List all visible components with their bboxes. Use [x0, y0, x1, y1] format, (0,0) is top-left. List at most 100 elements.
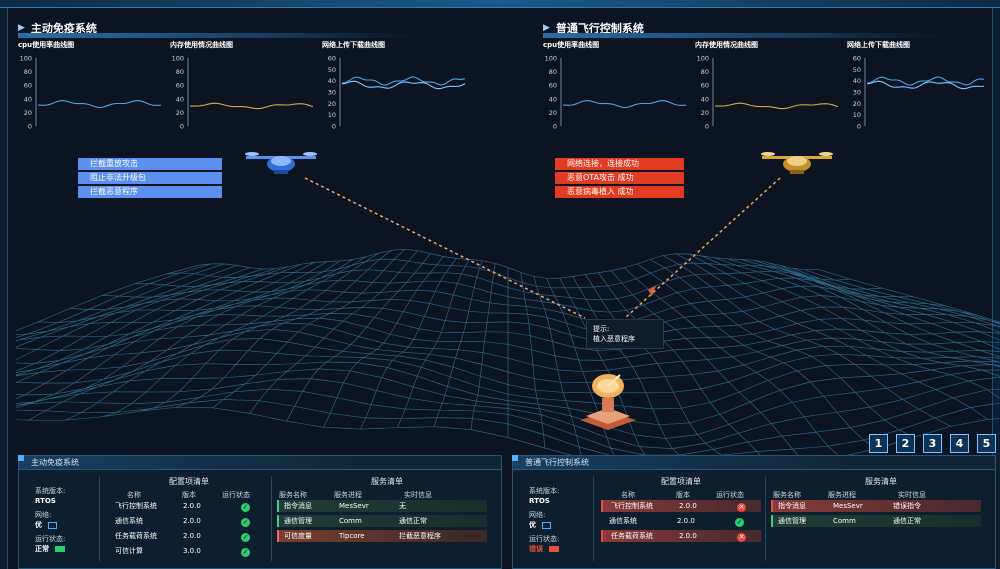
service-list-title: 服务清单: [371, 477, 403, 486]
service-row[interactable]: 通信管理 Comm 通信正常: [771, 515, 981, 527]
service-name: 指令消息: [778, 502, 806, 510]
status-check-icon: ✓: [241, 503, 250, 512]
network-value: 优: [529, 521, 536, 529]
service-name: 指令消息: [284, 502, 312, 510]
page-switcher: 1 2 3 4 5: [869, 434, 996, 453]
version-label: 系统版本:: [529, 487, 560, 495]
panel-title: 主动免疫系统: [19, 456, 501, 470]
system-status: 系统版本: RTOS 网络: 优 运行状态: 错误: [529, 486, 560, 554]
config-name: 任务载荷系统: [611, 532, 653, 540]
status-check-icon: ✓: [735, 518, 744, 527]
service-process: MesSevr: [339, 502, 369, 510]
page-button-5[interactable]: 5: [977, 434, 996, 453]
service-process: Tipcore: [339, 532, 365, 540]
status-check-icon: ✓: [241, 518, 250, 527]
gold-drone-icon: [761, 152, 833, 174]
service-name: 通信管理: [778, 517, 806, 525]
network-value: 优: [35, 521, 42, 529]
service-info: 拦截恶意程序: [399, 532, 441, 540]
config-row[interactable]: 飞行控制系统 2.0.0 ✓: [107, 500, 267, 512]
config-row[interactable]: 通信系统 2.0.0 ✓: [601, 515, 761, 527]
service-header-name: 服务名称: [773, 491, 801, 499]
config-name: 通信系统: [609, 517, 637, 525]
divider: [99, 476, 100, 561]
page-button-1[interactable]: 1: [869, 434, 888, 453]
service-row[interactable]: 可信度量 Tipcore 拦截恶意程序: [277, 530, 487, 542]
page-button-3[interactable]: 3: [923, 434, 942, 453]
divider: [593, 476, 594, 561]
config-header-name: 名称: [127, 491, 141, 499]
service-list-title: 服务清单: [865, 477, 897, 486]
panel-title: 普通飞行控制系统: [513, 456, 995, 470]
version-value: RTOS: [35, 497, 56, 505]
config-version: 3.0.0: [183, 547, 201, 555]
divider: [765, 476, 766, 561]
config-list-title: 配置项清单: [169, 477, 209, 486]
monitor-icon: [542, 521, 552, 529]
service-row[interactable]: 通信管理 Comm 通信正常: [277, 515, 487, 527]
config-version: 2.0.0: [679, 502, 697, 510]
service-process: MesSevr: [833, 502, 863, 510]
service-process: Comm: [833, 517, 856, 525]
config-name: 飞行控制系统: [115, 502, 157, 510]
config-version: 2.0.0: [183, 502, 201, 510]
service-row[interactable]: 指令消息 MesSevr 无: [277, 500, 487, 512]
version-label: 系统版本:: [35, 487, 66, 495]
config-header-status: 运行状态: [222, 491, 250, 499]
config-header-name: 名称: [621, 491, 635, 499]
version-value: RTOS: [529, 497, 550, 505]
page-button-2[interactable]: 2: [896, 434, 915, 453]
config-version: 2.0.0: [183, 517, 201, 525]
config-name: 任务载荷系统: [115, 532, 157, 540]
config-header-status: 运行状态: [716, 491, 744, 499]
service-info: 无: [399, 502, 406, 510]
run-status-label: 运行状态:: [35, 535, 66, 543]
right-status-panel: 普通飞行控制系统 系统版本: RTOS 网络: 优 运行状态: 错误 配置项清单…: [512, 455, 996, 569]
page-button-4[interactable]: 4: [950, 434, 969, 453]
hint-tooltip: 提示: 植入恶意程序: [586, 319, 664, 349]
network-row: 优: [35, 520, 65, 530]
status-check-icon: ✓: [241, 548, 250, 557]
status-error-indicator: [549, 546, 560, 552]
config-row[interactable]: 通信系统 2.0.0 ✓: [107, 515, 267, 527]
attack-line-right: [624, 177, 781, 319]
config-version: 2.0.0: [679, 532, 697, 540]
service-header-info: 实时信息: [404, 491, 432, 499]
service-name: 可信度量: [284, 532, 312, 540]
blue-drone-icon: [245, 152, 317, 174]
service-header-info: 实时信息: [898, 491, 926, 499]
tooltip-title: 提示:: [593, 325, 610, 333]
status-error-icon: ✕: [737, 503, 746, 512]
run-status-row: 错误: [529, 544, 560, 554]
config-row[interactable]: 飞行控制系统 2.0.0 ✕: [601, 500, 761, 512]
service-header-name: 服务名称: [279, 491, 307, 499]
config-header-version: 版本: [182, 491, 196, 499]
config-name: 飞行控制系统: [611, 502, 653, 510]
status-error-icon: ✕: [737, 533, 746, 542]
run-status-value: 错误: [529, 545, 543, 553]
service-row[interactable]: 指令消息 MesSevr 错误指令: [771, 500, 981, 512]
status-check-icon: ✓: [241, 533, 250, 542]
config-row[interactable]: 可信计算 3.0.0 ✓: [107, 545, 267, 557]
network-label: 网络:: [35, 511, 52, 519]
left-status-panel: 主动免疫系统 系统版本: RTOS 网络: 优 运行状态: 正常 配置项清单 名…: [18, 455, 502, 569]
service-header-process: 服务进程: [828, 491, 856, 499]
service-info: 通信正常: [399, 517, 427, 525]
config-name: 通信系统: [115, 517, 143, 525]
service-header-process: 服务进程: [334, 491, 362, 499]
config-row[interactable]: 任务载荷系统 2.0.0 ✓: [107, 530, 267, 542]
service-process: Comm: [339, 517, 362, 525]
config-header-version: 版本: [676, 491, 690, 499]
tooltip-text: 植入恶意程序: [593, 335, 635, 343]
network-row: 优: [529, 520, 559, 530]
service-info: 通信正常: [893, 517, 921, 525]
attack-line-left: [304, 177, 586, 319]
config-version: 2.0.0: [677, 517, 695, 525]
panel-corner: [512, 455, 518, 461]
panel-corner: [18, 455, 24, 461]
divider: [271, 476, 272, 561]
service-name: 通信管理: [284, 517, 312, 525]
system-status: 系统版本: RTOS 网络: 优 运行状态: 正常: [35, 486, 66, 554]
config-row[interactable]: 任务载荷系统 2.0.0 ✕: [601, 530, 761, 542]
service-info: 错误指令: [893, 502, 921, 510]
